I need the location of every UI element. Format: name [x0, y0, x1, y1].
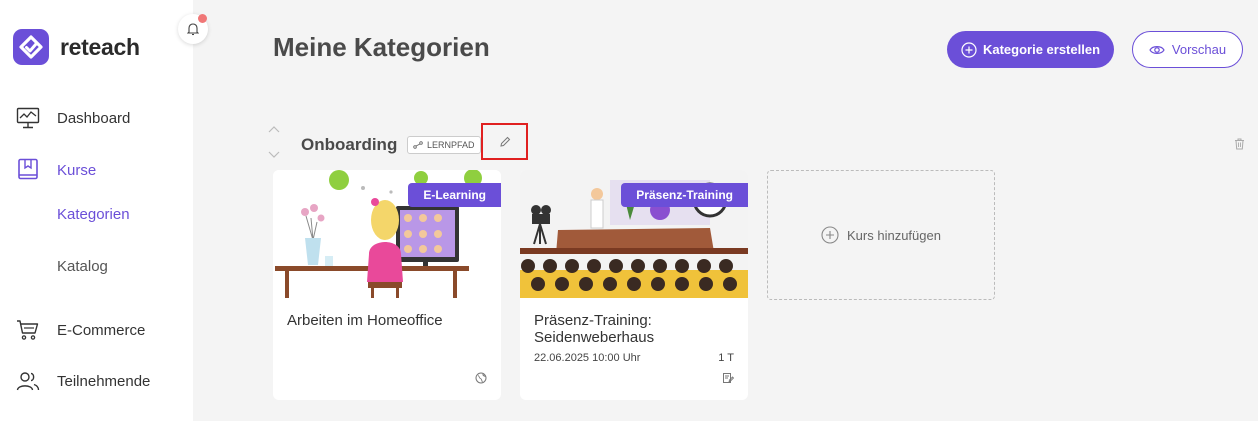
- app-name: reteach: [60, 33, 140, 60]
- course-type-badge: Präsenz-Training: [621, 183, 748, 207]
- course-type-badge: E-Learning: [408, 183, 501, 207]
- chevron-up-icon[interactable]: [268, 125, 280, 133]
- sidebar-item-label: Teilnehmende: [57, 372, 151, 390]
- course-duration: 1 T: [718, 352, 734, 364]
- sidebar-item-e-commerce[interactable]: E-Commerce: [16, 318, 145, 342]
- add-course-label: Kurs hinzufügen: [847, 227, 941, 243]
- edit-category-button[interactable]: [481, 123, 528, 160]
- sidebar-item-label: Kurse: [57, 161, 97, 179]
- course-date: 22.06.2025 10:00 Uhr: [534, 352, 641, 364]
- edit-document-icon: [723, 373, 734, 384]
- sidebar-subitem-katalog[interactable]: Katalog: [57, 258, 108, 275]
- pencil-icon: [499, 136, 510, 147]
- sidebar-item-kurse[interactable]: Kurse: [16, 158, 96, 182]
- chevron-down-icon[interactable]: [268, 151, 280, 159]
- page-title: Meine Kategorien: [273, 32, 490, 62]
- create-category-label: Kategorie erstellen: [982, 42, 1101, 57]
- preview-button[interactable]: Vorschau: [1132, 31, 1243, 68]
- plus-circle-icon: [821, 226, 839, 244]
- eye-icon: [1149, 45, 1165, 54]
- course-title: Präsenz-Training: Seidenweberhaus: [534, 312, 655, 346]
- add-course-button[interactable]: Kurs hinzufügen: [767, 170, 995, 300]
- dashboard-icon: [16, 106, 40, 130]
- sidebar-item-label: E-Commerce: [57, 321, 146, 339]
- course-card[interactable]: Präsenz-Training Präsenz-Training: Seide…: [520, 170, 748, 400]
- category-title: Onboarding: [301, 135, 398, 154]
- sidebar-item-dashboard[interactable]: Dashboard: [16, 106, 130, 130]
- sidebar: reteach Dashboard Kurse Kategorien Katal…: [0, 0, 193, 421]
- notification-dot: [198, 14, 207, 23]
- path-icon: [413, 141, 423, 149]
- book-icon: [16, 158, 40, 182]
- logo[interactable]: reteach: [13, 29, 140, 65]
- bell-icon: [187, 23, 199, 36]
- course-image: E-Learning: [273, 170, 501, 298]
- create-category-button[interactable]: Kategorie erstellen: [947, 31, 1114, 68]
- globe-icon: [475, 372, 487, 384]
- plus-circle-icon: [961, 41, 977, 58]
- sidebar-item-label: Dashboard: [57, 109, 131, 127]
- trash-icon[interactable]: [1234, 138, 1245, 150]
- sidebar-item-teilnehmende[interactable]: Teilnehmende: [16, 369, 150, 393]
- cart-icon: [16, 318, 40, 342]
- notification-button[interactable]: [178, 14, 208, 44]
- reteach-logo-icon: [13, 29, 49, 65]
- lernpfad-tag: LERNPFAD: [407, 136, 481, 154]
- lernpfad-label: LERNPFAD: [427, 140, 475, 150]
- sidebar-subitem-kategorien[interactable]: Kategorien: [57, 206, 130, 223]
- course-image: Präsenz-Training: [520, 170, 748, 298]
- users-icon: [16, 369, 40, 393]
- course-card[interactable]: E-Learning Arbeiten im Homeoffice: [273, 170, 501, 400]
- course-title: Arbeiten im Homeoffice: [287, 312, 443, 329]
- preview-label: Vorschau: [1171, 42, 1227, 57]
